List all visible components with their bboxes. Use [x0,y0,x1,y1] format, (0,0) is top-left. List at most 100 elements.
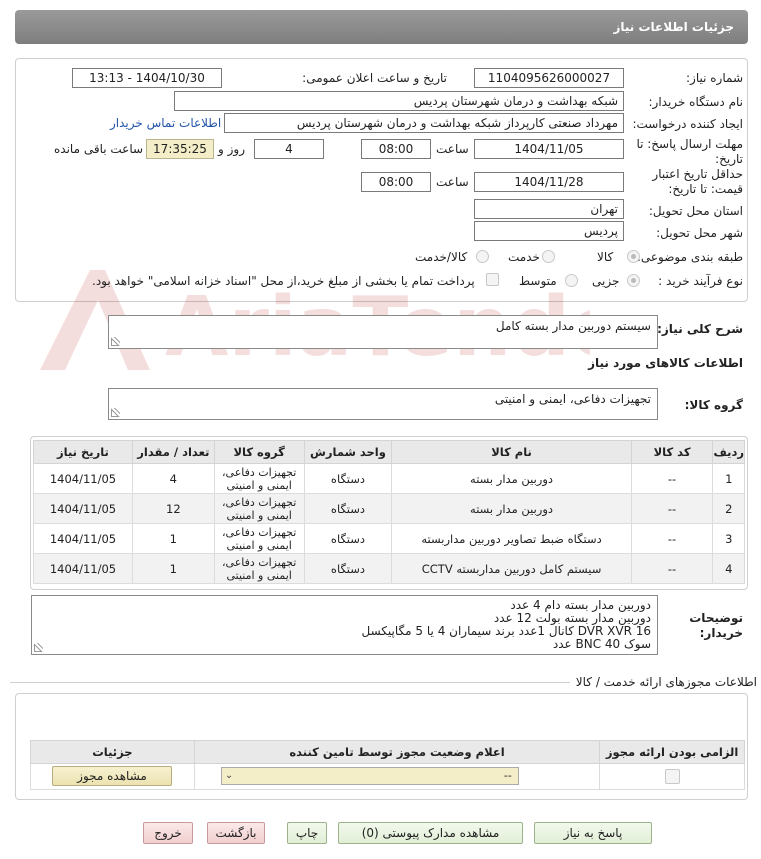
cell-item-code: -- [630,493,714,524]
permit-status-value: -- [503,769,512,782]
table-row: 3 -- دستگاه ضبط تصاویر دوربین مداربسته د… [33,523,745,554]
description-text: سیستم دوربین مدار بسته کامل [495,319,651,333]
permit-required-checkbox [664,769,680,784]
resize-grip-icon[interactable] [111,337,120,346]
deadline-label-2: تاریخ: [715,152,743,166]
contact-link[interactable]: اطلاعات تماس خریدار [110,116,221,130]
cell-need-date: 1404/11/05 [33,463,133,494]
permits-table: الزامی بودن ارائه مجوز اعلام وضعیت مجوز … [30,740,745,790]
table-row: -- ⌄ مشاهده مجوز [30,763,745,790]
days-field: 4 [254,139,324,159]
validity-date-field: 1404/11/28 [474,172,624,192]
category-option-service-radio[interactable] [542,250,555,263]
cell-unit: دستگاه [303,523,393,554]
cell-unit: دستگاه [303,493,393,524]
goods-group-text: تجهیزات دفاعی، ایمنی و امنیتی [494,392,651,406]
treasury-payment-checkbox[interactable] [486,273,499,286]
items-table: ردیف کد کالا نام کالا واحد شمارش گروه کا… [33,440,745,584]
category-option-goods-label: کالا [597,250,614,264]
page-header: جزئیات اطلاعات نیاز [15,10,748,44]
buyer-notes-line: سوک BNC 40 عدد [552,637,651,651]
permits-header-status: اعلام وضعیت مجوز توسط تامین کننده [193,740,601,764]
buyer-notes-textarea[interactable]: دوربین مدار بسته دام 4 عدد دوربین مدار ب… [31,595,658,655]
view-permit-button[interactable]: مشاهده مجوز [52,766,172,786]
table-row: 4 -- سیستم کامل دوربین مداربسته CCTV دست… [33,553,745,584]
header-row-number: ردیف [712,440,745,464]
cell-unit: دستگاه [303,463,393,494]
cell-need-date: 1404/11/05 [33,493,133,524]
view-attachments-button[interactable]: مشاهده مدارک پیوستی (0) [338,822,523,844]
cell-unit: دستگاه [303,553,393,584]
process-option-minor-radio[interactable] [627,274,640,287]
header-quantity: تعداد / مقدار [131,440,215,464]
validity-time-field: 08:00 [361,172,431,192]
permit-required-cell [599,763,745,790]
cell-item-code: -- [630,523,714,554]
permits-header-required: الزامی بودن ارائه مجوز [599,740,745,764]
requester-field: مهرداد صنعتی کارپرداز شبکه بهداشت و درما… [224,113,624,133]
deadline-date-field: 1404/11/05 [474,139,624,159]
validity-label-1: حداقل تاریخ اعتبار [652,167,743,181]
cell-row-number: 3 [712,523,745,554]
city-label: شهر محل تحویل: [656,226,743,240]
province-field: تهران [474,199,624,219]
cell-row-number: 4 [712,553,745,584]
resize-grip-icon[interactable] [34,643,43,652]
announce-field: 1404/10/30 - 13:13 [72,68,222,88]
category-label: طبقه بندی موضوعی: [636,250,743,264]
cell-quantity: 1 [131,523,215,554]
exit-button[interactable]: خروج [143,822,193,844]
back-button[interactable]: بازگشت [207,822,265,844]
description-label: شرح کلی نیاز: [657,322,743,336]
treasury-payment-note: پرداخت تمام یا بخشی از مبلغ خرید،از محل … [92,274,475,288]
cell-item-group: تجهیزات دفاعی، ایمنی و امنیتی [213,553,305,584]
permit-status-cell: -- ⌄ [193,763,601,790]
cell-item-group: تجهیزات دفاعی، ایمنی و امنیتی [213,463,305,494]
cell-item-code: -- [630,553,714,584]
description-textarea[interactable]: سیستم دوربین مدار بسته کامل [108,315,658,349]
goods-group-textarea[interactable]: تجهیزات دفاعی، ایمنی و امنیتی [108,388,658,420]
header-item-group: گروه کالا [213,440,305,464]
table-row: 2 -- دوربین مدار بسته دستگاه تجهیزات دفا… [33,493,745,524]
cell-row-number: 2 [712,493,745,524]
announce-label: تاریخ و ساعت اعلان عمومی: [302,71,447,85]
buyer-notes-label-1: توضیحات [689,611,743,625]
chevron-down-icon: ⌄ [224,770,234,781]
city-field: پردیس [474,221,624,241]
cell-item-name: دوربین مدار بسته [391,463,632,494]
cell-quantity: 1 [131,553,215,584]
category-option-both-radio[interactable] [476,250,489,263]
permit-status-select[interactable]: -- ⌄ [220,767,519,785]
header-need-date: تاریخ نیاز [33,440,133,464]
process-label: نوع فرآیند خرید : [658,274,743,288]
category-option-service-label: خدمت [508,250,540,264]
reply-button[interactable]: پاسخ به نیاز [534,822,652,844]
deadline-label-1: مهلت ارسال پاسخ: تا [636,137,743,151]
process-option-medium-label: متوسط [519,274,557,288]
table-row: 1 -- دوربین مدار بسته دستگاه تجهیزات دفا… [33,463,745,494]
province-label: استان محل تحویل: [648,204,743,218]
header-item-code: کد کالا [630,440,714,464]
requester-label: ایجاد کننده درخواست: [632,117,743,131]
permits-title: اطلاعات مجوزهای ارائه خدمت / کالا [575,675,757,689]
category-option-goods-radio[interactable] [627,250,640,263]
cell-need-date: 1404/11/05 [33,523,133,554]
permits-header-details: جزئیات [30,740,195,764]
buyer-org-field: شبکه بهداشت و درمان شهرستان پردیس [174,91,624,111]
permits-title-divider [10,682,570,683]
validity-label-2: قیمت: تا تاریخ: [668,182,743,196]
process-option-medium-radio[interactable] [565,274,578,287]
items-table-header: ردیف کد کالا نام کالا واحد شمارش گروه کا… [33,440,745,464]
permits-table-header: الزامی بودن ارائه مجوز اعلام وضعیت مجوز … [30,740,745,764]
resize-grip-icon[interactable] [111,408,120,417]
print-button[interactable]: چاپ [287,822,327,844]
days-label: روز و [218,142,245,156]
buyer-org-label: نام دستگاه خریدار: [648,95,744,109]
cell-quantity: 4 [131,463,215,494]
process-option-minor-label: جزیی [592,274,620,288]
category-option-both-label: کالا/خدمت [415,250,468,264]
cell-item-code: -- [630,463,714,494]
cell-row-number: 1 [712,463,745,494]
cell-item-group: تجهیزات دفاعی، ایمنی و امنیتی [213,523,305,554]
goods-group-label: گروه کالا: [684,398,743,412]
